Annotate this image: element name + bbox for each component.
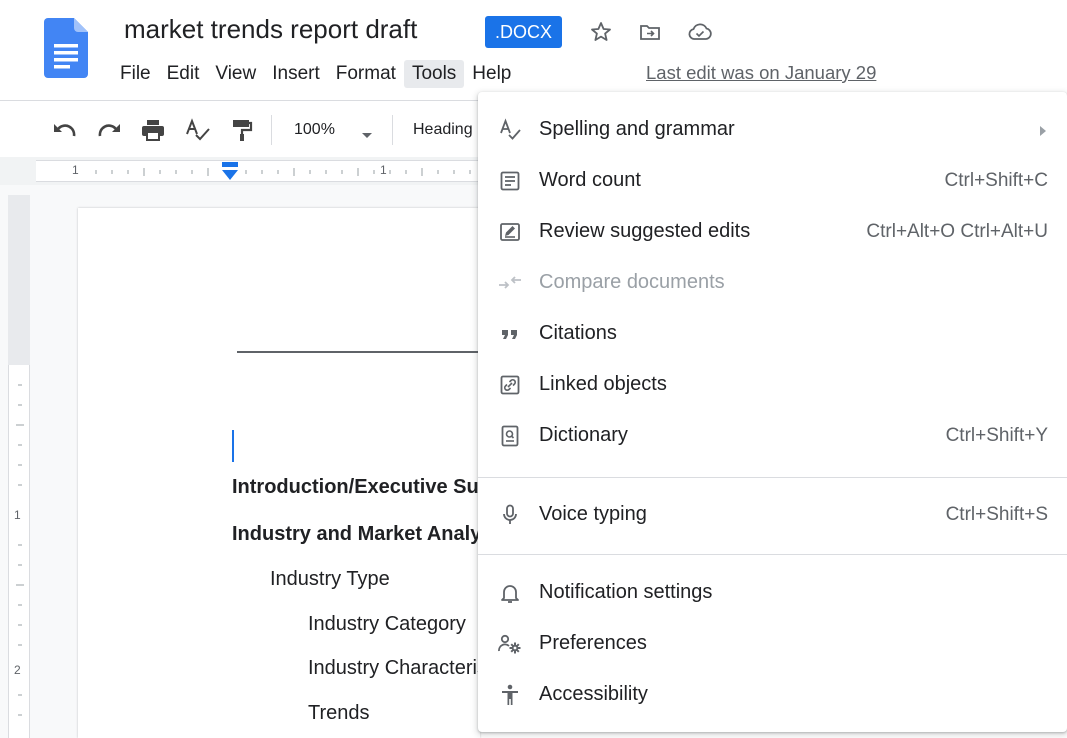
docx-format-badge[interactable]: .DOCX: [485, 16, 563, 48]
menu-item-label: Review suggested edits: [539, 220, 751, 242]
outline-heading[interactable]: Industry and Market Analysis: [232, 523, 478, 546]
submenu-arrow-icon: [1039, 124, 1047, 142]
link-icon: [496, 371, 524, 399]
menu-item-label: Citations: [539, 322, 617, 344]
menu-item-shortcut: Ctrl+Alt+O Ctrl+Alt+U: [866, 221, 1048, 242]
quote-icon: [496, 320, 524, 348]
menu-item-label: Preferences: [539, 632, 647, 654]
word-count-icon: [496, 167, 524, 195]
text-cursor: [232, 430, 234, 462]
toolbar-divider: [392, 115, 393, 145]
outline-subheading[interactable]: Industry Characteristics: [308, 657, 478, 680]
menu-item-voice-typing[interactable]: Voice typing Ctrl+Shift+S: [478, 493, 1067, 537]
indent-marker-icon[interactable]: [220, 162, 240, 187]
menu-view[interactable]: View: [207, 60, 264, 88]
undo-icon[interactable]: [50, 115, 80, 145]
toolbar-divider: [271, 115, 272, 145]
move-folder-icon[interactable]: [636, 18, 664, 46]
menu-item-review-suggested-edits[interactable]: Review suggested edits Ctrl+Alt+O Ctrl+A…: [478, 210, 1067, 254]
outline-heading[interactable]: Introduction/Executive Summary: [232, 476, 478, 499]
menu-item-shortcut: Ctrl+Shift+S: [945, 504, 1048, 525]
menu-item-label: Voice typing: [539, 503, 647, 525]
ruler-label: 1: [14, 508, 21, 522]
menu-file[interactable]: File: [112, 60, 159, 88]
ruler-label: 1: [72, 163, 79, 177]
horizontal-ruler[interactable]: [36, 160, 480, 182]
spellcheck-icon[interactable]: [183, 115, 213, 145]
dictionary-icon: [496, 422, 524, 450]
menu-bar: File Edit View Insert Format Tools Help: [112, 58, 519, 90]
menu-item-shortcut: Ctrl+Shift+Y: [945, 425, 1048, 446]
paragraph-style-select[interactable]: Heading: [413, 121, 483, 139]
menu-item-accessibility[interactable]: Accessibility: [478, 673, 1067, 717]
compare-icon: [496, 269, 524, 297]
ruler-label: 2: [14, 663, 21, 677]
menu-item-shortcut: Ctrl+Shift+C: [944, 170, 1048, 191]
menu-separator: [478, 554, 1067, 555]
bell-icon: [496, 579, 524, 607]
menu-item-label: Linked objects: [539, 373, 667, 395]
menu-item-label: Dictionary: [539, 424, 628, 446]
menu-item-spelling-and-grammar[interactable]: Spelling and grammar: [478, 108, 1067, 152]
menu-item-citations[interactable]: Citations: [478, 312, 1067, 356]
menu-item-compare-documents[interactable]: Compare documents: [478, 261, 1067, 305]
menu-item-label: Word count: [539, 169, 641, 191]
chevron-down-icon[interactable]: [361, 127, 373, 145]
review-edits-icon: [496, 218, 524, 246]
menu-item-dictionary[interactable]: Dictionary Ctrl+Shift+Y: [478, 414, 1067, 458]
last-edit-link[interactable]: Last edit was on January 29: [646, 62, 876, 84]
menu-item-label: Notification settings: [539, 581, 713, 603]
menu-item-word-count[interactable]: Word count Ctrl+Shift+C: [478, 159, 1067, 203]
paint-format-icon[interactable]: [226, 115, 256, 145]
menu-separator: [478, 477, 1067, 478]
outline-subheading[interactable]: Industry Category: [308, 613, 478, 636]
vertical-ruler-margin: [8, 195, 30, 365]
menu-insert[interactable]: Insert: [264, 60, 328, 88]
menu-item-label: Compare documents: [539, 271, 725, 293]
outline-subheading[interactable]: Industry Type: [270, 568, 478, 591]
document-title[interactable]: market trends report draft: [124, 14, 417, 45]
spellcheck-icon: [496, 116, 524, 144]
menu-edit[interactable]: Edit: [159, 60, 208, 88]
menu-item-linked-objects[interactable]: Linked objects: [478, 363, 1067, 407]
menu-item-label: Accessibility: [539, 683, 648, 705]
outline-subheading[interactable]: Trends: [308, 702, 478, 725]
menu-item-preferences[interactable]: Preferences: [478, 622, 1067, 666]
docs-logo-icon[interactable]: [44, 18, 88, 78]
menu-tools[interactable]: Tools: [403, 60, 465, 88]
microphone-icon: [496, 501, 524, 529]
star-icon[interactable]: [587, 18, 615, 46]
print-icon[interactable]: [138, 115, 168, 145]
preferences-icon: [496, 630, 524, 658]
horizontal-line: [237, 351, 480, 353]
menu-format[interactable]: Format: [328, 60, 404, 88]
tools-menu: Spelling and grammar Word count Ctrl+Shi…: [478, 92, 1067, 732]
zoom-select[interactable]: 100%: [294, 121, 335, 139]
menu-item-notification-settings[interactable]: Notification settings: [478, 571, 1067, 615]
ruler-label: 1: [380, 163, 387, 177]
cloud-saved-icon[interactable]: [686, 18, 714, 46]
accessibility-icon: [496, 681, 524, 709]
menu-help[interactable]: Help: [464, 60, 519, 88]
redo-icon[interactable]: [94, 115, 124, 145]
menu-item-label: Spelling and grammar: [539, 118, 735, 140]
